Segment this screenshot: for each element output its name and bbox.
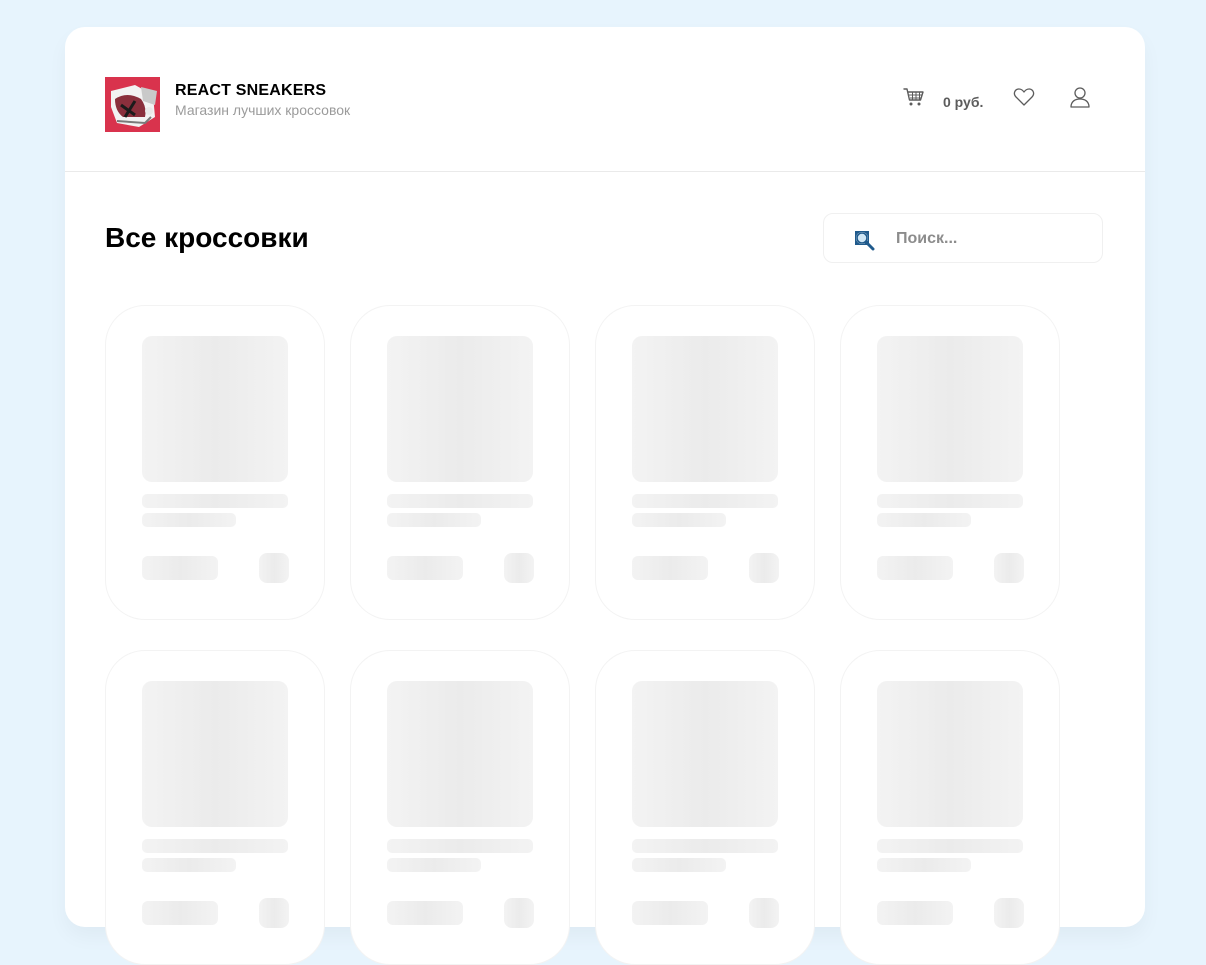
skeleton-image xyxy=(877,336,1023,482)
skeleton-image xyxy=(632,336,778,482)
skeleton-price xyxy=(632,901,708,925)
site-header: REACT SNEAKERS Магазин лучших кроссовок … xyxy=(65,27,1145,172)
skeleton-image xyxy=(387,336,533,482)
skeleton-title-line xyxy=(877,839,1023,853)
app-wrapper: REACT SNEAKERS Магазин лучших кроссовок … xyxy=(65,27,1145,965)
skeleton-add-button xyxy=(504,553,534,583)
user-icon[interactable] xyxy=(1069,86,1091,108)
skeleton-add-button xyxy=(259,553,289,583)
skeleton-title-line xyxy=(632,494,778,508)
skeleton-title-line xyxy=(632,839,778,853)
skeleton-title-line xyxy=(632,513,726,527)
skeleton-image xyxy=(632,681,778,827)
skeleton-title-line xyxy=(387,513,481,527)
skeleton-title-line xyxy=(142,494,288,508)
skeleton-price xyxy=(877,901,953,925)
skeleton-image xyxy=(387,681,533,827)
product-card-skeleton xyxy=(840,305,1060,620)
heart-icon[interactable] xyxy=(1013,87,1035,107)
skeleton-price xyxy=(142,901,218,925)
skeleton-price xyxy=(387,556,463,580)
page-title: Все кроссовки xyxy=(105,222,309,253)
skeleton-image xyxy=(142,336,288,482)
search-input[interactable] xyxy=(894,214,1093,264)
skeleton-add-button xyxy=(259,898,289,928)
product-card-skeleton xyxy=(105,650,325,965)
sneaker-logo-icon xyxy=(105,77,160,132)
product-card-skeleton xyxy=(840,650,1060,965)
skeleton-price xyxy=(632,556,708,580)
skeleton-add-button xyxy=(994,898,1024,928)
skeleton-title-line xyxy=(877,858,971,872)
skeleton-title-line xyxy=(877,513,971,527)
product-card-skeleton xyxy=(595,650,815,965)
logo-image[interactable] xyxy=(105,77,160,132)
product-card-skeleton xyxy=(595,305,815,620)
product-card-skeleton xyxy=(350,650,570,965)
skeleton-image xyxy=(877,681,1023,827)
skeleton-add-button xyxy=(749,898,779,928)
skeleton-add-button xyxy=(994,553,1024,583)
search-icon xyxy=(855,231,875,251)
skeleton-title-line xyxy=(142,839,288,853)
skeleton-title-line xyxy=(387,839,533,853)
skeleton-price xyxy=(387,901,463,925)
cart-icon[interactable] xyxy=(903,87,925,107)
skeleton-title-line xyxy=(877,494,1023,508)
product-card-skeleton xyxy=(350,305,570,620)
brand-subtitle: Магазин лучших кроссовок xyxy=(175,102,351,118)
search-box[interactable] xyxy=(823,213,1103,264)
skeleton-title-line xyxy=(142,858,236,872)
brand-title: REACT SNEAKERS xyxy=(175,82,327,99)
skeleton-image xyxy=(142,681,288,827)
skeleton-title-line xyxy=(387,858,481,872)
skeleton-title-line xyxy=(632,858,726,872)
cart-total[interactable]: 0 руб. xyxy=(943,94,983,110)
skeleton-title-line xyxy=(142,513,236,527)
product-card-skeleton xyxy=(105,305,325,620)
skeleton-price xyxy=(877,556,953,580)
skeleton-title-line xyxy=(387,494,533,508)
skeleton-add-button xyxy=(749,553,779,583)
skeleton-add-button xyxy=(504,898,534,928)
skeleton-price xyxy=(142,556,218,580)
